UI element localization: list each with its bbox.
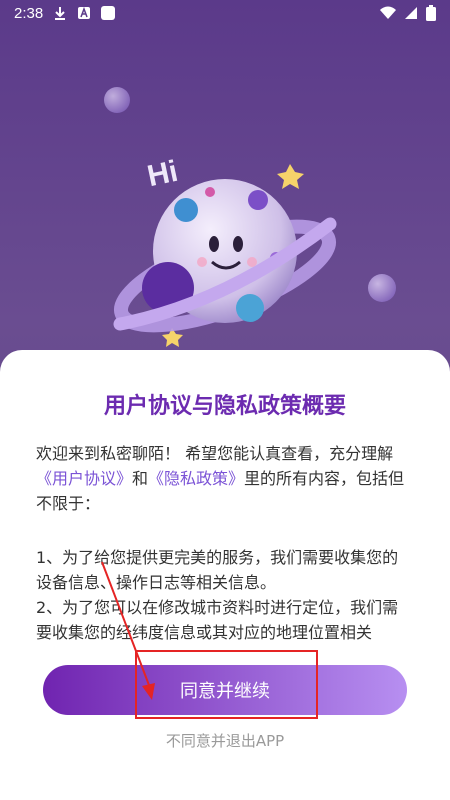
- battery-icon: [426, 5, 436, 21]
- hi-label: Hi: [145, 155, 181, 194]
- privacy-dialog: 用户协议与隐私政策概要 欢迎来到私密聊陌！ 希望您能认真查看，充分理解《用户协议…: [0, 350, 450, 800]
- privacy-policy-link[interactable]: 《隐私政策》: [148, 469, 244, 488]
- signal-icon: [405, 7, 417, 19]
- intro-text-1: 欢迎来到私密聊陌！ 希望您能认真查看，充分理解: [36, 444, 394, 463]
- disagree-exit-link[interactable]: 不同意并退出APP: [0, 730, 450, 751]
- a-icon: [78, 6, 91, 19]
- item-1: 1、为了给您提供更完美的服务，我们需要收集您的设备信息、操作日志等相关信息。: [36, 548, 399, 593]
- item-2: 2、为了您可以在修改城市资料时进行定位，我们需要收集您的经纬度信息或其对应的地理…: [36, 597, 399, 642]
- status-time: 2:38: [14, 4, 44, 22]
- download-icon: [55, 7, 66, 20]
- status-bar: 2:38: [0, 0, 450, 26]
- planet-illustration: Hi: [104, 87, 396, 347]
- app-screen: 2:38 Hi 用户协议与隐私政策概要 欢迎来到私密聊陌！ 希望您能认真查看，充…: [0, 0, 450, 800]
- dialog-title: 用户协议与隐私政策概要: [103, 394, 346, 419]
- and-text: 和: [132, 468, 149, 488]
- user-agreement-link[interactable]: 《用户协议》: [36, 469, 132, 488]
- wifi-icon: [380, 6, 396, 19]
- intro-paragraph: 欢迎来到私密聊陌！ 希望您能认真查看，充分理解《用户协议》和《隐私政策》里的所有…: [36, 442, 414, 516]
- annotation-box: [135, 650, 318, 719]
- app-icon: [101, 6, 116, 20]
- dialog-content[interactable]: 欢迎来到私密聊陌！ 希望您能认真查看，充分理解《用户协议》和《隐私政策》里的所有…: [36, 442, 414, 642]
